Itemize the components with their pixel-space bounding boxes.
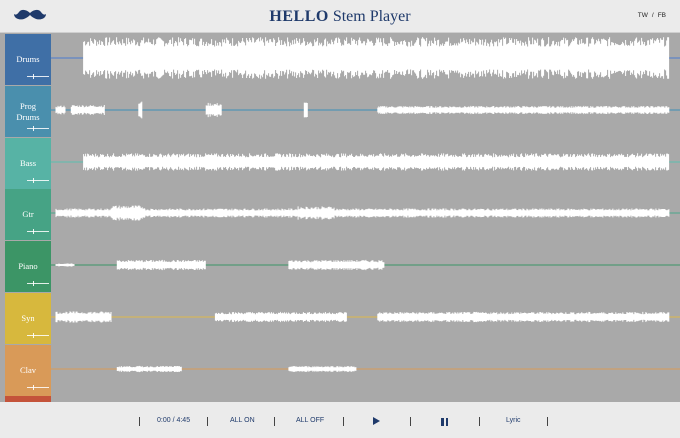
track-button-clav[interactable]: Clav <box>5 345 51 396</box>
subtitle: Stem Player <box>332 8 411 25</box>
track-label: Drums <box>16 54 40 64</box>
waveform-segment <box>288 259 385 271</box>
track-prog-drums: Prog Drums <box>0 86 680 137</box>
volume-slider[interactable] <box>27 229 49 234</box>
lyric-button[interactable]: Lyric <box>506 417 521 424</box>
separator <box>139 417 140 426</box>
waveform-segment <box>70 105 105 115</box>
waveform-segment <box>288 366 357 372</box>
volume-handle[interactable] <box>33 229 34 234</box>
waveform-prog-drums <box>51 101 680 119</box>
waveform-segment <box>138 101 143 119</box>
waveform-lane-drums[interactable] <box>51 34 680 85</box>
waveform-segment <box>334 208 670 218</box>
waveform-segment <box>377 105 670 115</box>
waveform-segment <box>297 206 335 220</box>
track-button-prog-drums[interactable]: Prog Drums <box>5 86 51 137</box>
volume-handle[interactable] <box>33 385 34 390</box>
waveform-gtr <box>51 205 680 221</box>
waveform-syn <box>51 311 680 323</box>
twitter-link[interactable]: TW <box>638 12 648 19</box>
track-button-piano[interactable]: Piano <box>5 241 51 292</box>
track-button-syn[interactable]: Syn <box>5 293 51 344</box>
track-label: Piano <box>18 261 38 271</box>
track-syn: Syn <box>0 293 680 344</box>
waveform-piano <box>51 259 680 271</box>
waveform-segment <box>55 311 112 323</box>
waveform-lane-prog-drums[interactable] <box>51 86 680 137</box>
all-on-button[interactable]: ALL ON <box>230 417 255 424</box>
waveform-segment <box>83 153 670 171</box>
volume-handle[interactable] <box>33 333 34 338</box>
facebook-link[interactable]: FB <box>658 12 666 19</box>
waveform-segment <box>303 102 308 118</box>
waveform-segment <box>377 311 670 323</box>
volume-slider[interactable] <box>27 74 49 79</box>
page-title: HELLO Stem Player <box>0 6 680 28</box>
track-piano: Piano <box>0 241 680 292</box>
time-display: 0:00 / 4:45 <box>157 417 191 424</box>
volume-handle[interactable] <box>33 126 34 131</box>
waveform-segment <box>55 105 66 115</box>
volume-slider[interactable] <box>27 333 49 338</box>
volume-slider[interactable] <box>27 281 49 286</box>
waveform-bass <box>51 153 680 171</box>
separator <box>547 417 548 426</box>
track-clav: Clav <box>0 345 680 396</box>
waveform-lane-bass[interactable] <box>51 138 680 189</box>
separator <box>479 417 480 426</box>
pause-icon[interactable] <box>441 418 448 426</box>
waveform-segment <box>144 208 299 218</box>
volume-slider[interactable] <box>27 385 49 390</box>
separator <box>207 417 208 426</box>
volume-handle[interactable] <box>33 281 34 286</box>
separator <box>343 417 344 426</box>
volume-handle[interactable] <box>33 178 34 183</box>
waveform-segment <box>55 208 112 218</box>
waveform-segment <box>83 37 670 79</box>
waveform-clav <box>51 365 680 373</box>
waveform-lane-syn[interactable] <box>51 293 680 344</box>
all-off-button[interactable]: ALL OFF <box>296 417 324 424</box>
separator <box>274 417 275 426</box>
waveform-segment <box>116 259 206 271</box>
track-gtr: Gtr <box>0 189 680 240</box>
waveform-segment <box>116 365 182 373</box>
track-button-drums[interactable]: Drums <box>5 34 51 85</box>
waveform-segment <box>110 205 145 221</box>
track-button-bass[interactable]: Bass <box>5 138 51 189</box>
waveform-segment <box>214 311 347 323</box>
brand-title: HELLO <box>269 8 329 25</box>
track-button-gtr[interactable]: Gtr <box>5 189 51 240</box>
track-drums: Drums <box>0 34 680 85</box>
volume-slider[interactable] <box>27 178 49 183</box>
waveform-lane-gtr[interactable] <box>51 189 680 240</box>
play-icon[interactable] <box>373 417 380 425</box>
waveform-lane-piano[interactable] <box>51 241 680 292</box>
track-bass: Bass <box>0 138 680 189</box>
header: HELLO Stem Player TW / FB <box>0 0 680 33</box>
track-label: Syn <box>21 313 35 323</box>
volume-handle[interactable] <box>33 74 34 79</box>
social-separator: / <box>651 12 654 19</box>
track-label: Gtr <box>22 209 34 219</box>
waveform-lane-clav[interactable] <box>51 345 680 396</box>
separator <box>410 417 411 426</box>
track-label: Bass <box>19 158 37 168</box>
waveform-segment <box>55 263 75 267</box>
social-links: TW / FB <box>638 12 666 19</box>
volume-slider[interactable] <box>27 126 49 131</box>
waveform-segment <box>205 102 222 118</box>
waveform-drums <box>51 37 680 79</box>
transport-bar: 0:00 / 4:45 ALL ON ALL OFF Lyric <box>0 402 680 438</box>
track-label: Clav <box>19 365 37 375</box>
track-label: Prog Drums <box>16 100 40 122</box>
